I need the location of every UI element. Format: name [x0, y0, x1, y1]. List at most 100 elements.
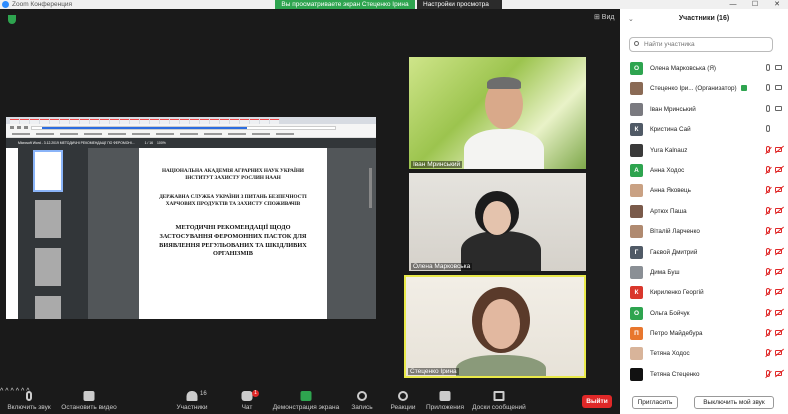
pdf-scrollbar[interactable]	[369, 168, 372, 208]
doc-title-line: ОРГАНІЗМІВ	[213, 250, 253, 258]
whiteboard-icon	[493, 391, 505, 401]
video-tile-active-speaker[interactable]: Стеценко Ірина	[404, 275, 586, 378]
title-bar: Zoom Конференция Вы просматриваете экран…	[0, 0, 788, 9]
invite-button[interactable]: Пригласить	[632, 396, 678, 409]
camera-icon[interactable]	[775, 65, 782, 70]
chat-icon	[241, 391, 253, 401]
participant-row[interactable]: Yura Kalnauz	[620, 141, 788, 161]
microphone-icon[interactable]	[766, 104, 770, 112]
participant-row[interactable]: Іван Мринський	[620, 100, 788, 120]
participant-row[interactable]: К Кристина Сай	[620, 120, 788, 140]
maximize-icon[interactable]: ☐	[744, 0, 766, 9]
leave-button[interactable]: Выйти	[582, 395, 612, 408]
participant-row[interactable]: Тетяна Ходос	[620, 344, 788, 364]
participant-name: Yura Kalnauz	[650, 146, 688, 154]
video-tile[interactable]: Олена Марковська	[409, 173, 586, 271]
microphone-muted-icon[interactable]	[766, 206, 770, 214]
minimize-icon[interactable]: —	[722, 0, 744, 9]
doc-title-line: ВИЯВЛЕННЯ РЕГУЛЬОВАНИХ ТА ШКІДЛИВИХ	[159, 241, 307, 249]
microphone-muted-icon[interactable]	[766, 247, 770, 255]
avatar	[630, 184, 643, 198]
camera-off-icon[interactable]	[775, 187, 782, 193]
microphone-muted-icon[interactable]	[766, 267, 770, 275]
search-icon	[634, 41, 639, 46]
participant-name: Олена Марковська (Я)	[650, 65, 716, 72]
camera-off-icon[interactable]	[775, 146, 782, 152]
microphone-muted-icon[interactable]	[766, 349, 770, 357]
microphone-muted-icon[interactable]	[766, 369, 770, 377]
microphone-icon[interactable]	[766, 64, 770, 71]
record-icon	[357, 391, 367, 401]
chat-label: Чат	[241, 404, 253, 411]
shield-icon[interactable]	[8, 15, 16, 24]
close-icon[interactable]: ✕	[766, 0, 788, 9]
participant-row[interactable]: Віталій Ларченко	[620, 222, 788, 242]
microphone-muted-icon[interactable]	[766, 165, 770, 173]
share-screen-button[interactable]: Демонстрация экрана	[272, 388, 340, 414]
record-label: Запись	[351, 404, 373, 411]
camera-off-icon[interactable]	[775, 309, 782, 315]
camera-off-icon[interactable]	[775, 268, 782, 274]
unmute-button[interactable]: Включить звук	[2, 388, 56, 414]
mute-self-button[interactable]: Выключить мой звук	[694, 396, 774, 409]
participant-row[interactable]: К Кириленко Георгій	[620, 283, 788, 303]
participant-name: Іван Мринський	[650, 105, 696, 113]
participant-row[interactable]: Дима Буш	[620, 263, 788, 283]
camera-off-icon[interactable]	[775, 228, 782, 234]
view-button[interactable]: ⊞ Вид	[594, 13, 614, 21]
participants-count: 16	[200, 391, 207, 397]
video-tile[interactable]: Іван Мринський	[409, 57, 586, 169]
zoom-window: Zoom Конференция Вы просматриваете экран…	[0, 0, 788, 414]
avatar	[630, 225, 643, 239]
camera-icon[interactable]	[775, 105, 782, 111]
microphone-muted-icon[interactable]	[766, 186, 770, 194]
participant-list: О Олена Марковська (Я) Стеценко Іри... (Ор…	[620, 59, 788, 385]
apps-button[interactable]: Приложения	[424, 388, 466, 414]
view-options-button[interactable]: Настройки просмотра	[417, 0, 502, 9]
microphone-icon	[26, 391, 32, 401]
camera-off-icon[interactable]	[775, 330, 782, 336]
microphone-icon[interactable]	[766, 84, 770, 92]
avatar	[630, 347, 643, 361]
pdf-thumbnail	[35, 200, 61, 238]
microphone-icon[interactable]	[766, 125, 770, 133]
camera-off-icon[interactable]	[775, 350, 782, 356]
participant-search-input[interactable]	[629, 37, 773, 52]
participant-row[interactable]: Тетяна Стеценко	[620, 365, 788, 385]
whiteboards-button[interactable]: Доски сообщений	[470, 388, 528, 414]
participant-row[interactable]: О Ольга Бойчук	[620, 304, 788, 324]
participant-name: Тетяна Ходос	[650, 350, 690, 358]
camera-off-icon[interactable]	[775, 166, 782, 172]
pdf-viewer: НАЦІОНАЛЬНА АКАДЕМІЯ АГРАРНИХ НАУК УКРАЇ…	[6, 148, 376, 319]
camera-icon	[83, 391, 95, 401]
avatar: О	[630, 62, 643, 75]
pdf-thumbnails	[6, 148, 88, 319]
participants-panel: ⌄ Участники (16) ООлена Марковська (Я)Ст…	[620, 9, 788, 414]
camera-off-icon[interactable]	[775, 207, 782, 213]
participant-name: Петро Майдебура	[650, 330, 703, 338]
panel-title: Участники (16)	[678, 15, 730, 22]
pdf-page: НАЦІОНАЛЬНА АКАДЕМІЯ АГРАРНИХ НАУК УКРАЇ…	[139, 148, 327, 319]
record-button[interactable]: Запись	[346, 388, 378, 414]
reactions-button[interactable]: Реакции	[386, 388, 420, 414]
camera-off-icon[interactable]	[775, 248, 782, 254]
stop-video-button[interactable]: Остановить видео	[58, 388, 120, 414]
participant-row[interactable]: П Петро Майдебура	[620, 324, 788, 344]
camera-off-icon[interactable]	[775, 289, 782, 295]
participant-row[interactable]: А Анна Ходос	[620, 161, 788, 181]
microphone-muted-icon[interactable]	[766, 288, 770, 296]
participant-row[interactable]: Г Гаєвой Дмитрий	[620, 243, 788, 263]
microphone-muted-icon[interactable]	[766, 308, 770, 316]
participant-row[interactable]: О Олена Марковська (Я)	[620, 59, 788, 79]
unmute-label: Включить звук	[7, 404, 51, 411]
participant-row[interactable]: Артюх Паша	[620, 202, 788, 222]
microphone-muted-icon[interactable]	[766, 145, 770, 153]
microphone-muted-icon[interactable]	[766, 329, 770, 337]
participant-row[interactable]: Стеценко Іри... (Организатор)	[620, 79, 788, 99]
camera-off-icon[interactable]	[775, 370, 782, 376]
participant-row[interactable]: Анна Яковець	[620, 181, 788, 201]
avatar: К	[630, 286, 643, 300]
meeting-toolbar: Включить звук ^ Остановить видео ^ Участ…	[0, 388, 620, 414]
camera-icon[interactable]	[775, 85, 782, 91]
microphone-muted-icon[interactable]	[766, 227, 770, 235]
